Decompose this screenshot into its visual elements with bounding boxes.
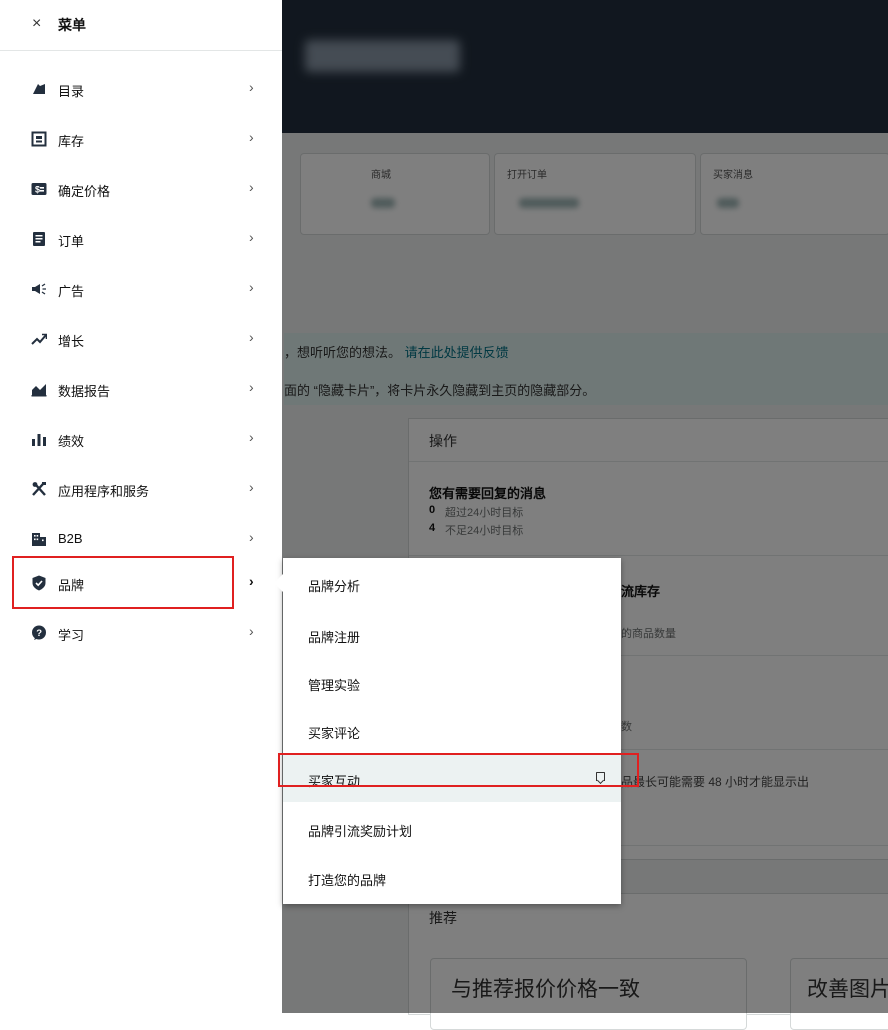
- side-menu: × 菜单 目录 › 库存 › $ 确定价格 › 订单 › 广告 › 增长 › 数…: [0, 0, 282, 1013]
- chevron-right-icon: ›: [249, 79, 254, 95]
- submenu-item-build-your-brand[interactable]: 打造您的品牌: [283, 854, 621, 901]
- menu-item-label: 确定价格: [58, 184, 111, 199]
- chevron-right-icon: ›: [249, 429, 254, 445]
- menu-item-label: 增长: [58, 334, 85, 349]
- question-icon: ?: [31, 625, 47, 641]
- menu-item-label: 应用程序和服务: [58, 484, 150, 499]
- submenu-item-label: 品牌注册: [308, 630, 361, 645]
- menu-item-orders[interactable]: 订单 ›: [0, 214, 282, 264]
- chevron-right-icon: ›: [249, 623, 254, 639]
- building-icon: [31, 531, 47, 547]
- menu-item-pricing[interactable]: $ 确定价格 ›: [0, 164, 282, 214]
- chevron-right-icon: ›: [249, 379, 254, 395]
- catalog-icon: [31, 81, 47, 97]
- chevron-right-icon: ›: [249, 479, 254, 495]
- menu-item-label: 订单: [58, 234, 85, 249]
- submenu-item-brand-registry[interactable]: 品牌注册: [283, 611, 621, 658]
- svg-text:?: ?: [36, 628, 42, 639]
- menu-item-label: 绩效: [58, 434, 85, 449]
- chevron-right-icon: ›: [249, 279, 254, 295]
- submenu-item-brand-referral-bonus[interactable]: 品牌引流奖励计划: [283, 805, 621, 852]
- brand-submenu: 品牌分析 品牌注册 管理实验 买家评论 买家互动 品牌引流奖励计划 打造您的品牌: [274, 558, 621, 904]
- megaphone-icon: [31, 281, 47, 297]
- submenu-item-label: 打造您的品牌: [308, 873, 387, 888]
- growth-icon: [31, 331, 47, 347]
- shield-icon: [31, 575, 47, 591]
- submenu-caret: [274, 574, 283, 592]
- menu-header: × 菜单: [0, 0, 282, 51]
- chevron-right-icon: ›: [249, 329, 254, 345]
- svg-text:$: $: [35, 185, 40, 195]
- menu-item-label: 品牌: [58, 578, 85, 593]
- chevron-right-icon: ›: [249, 529, 254, 545]
- chevron-right-icon: ›: [249, 129, 254, 145]
- menu-item-label: 库存: [58, 134, 85, 149]
- menu-item-brand[interactable]: 品牌 ›: [0, 558, 282, 608]
- menu-item-label: B2B: [58, 531, 83, 546]
- submenu-item-label: 品牌引流奖励计划: [308, 824, 413, 839]
- menu-item-label: 广告: [58, 284, 85, 299]
- menu-item-catalog[interactable]: 目录 ›: [0, 64, 282, 114]
- menu-item-inventory[interactable]: 库存 ›: [0, 114, 282, 164]
- menu-item-apps-services[interactable]: 应用程序和服务 ›: [0, 464, 282, 514]
- chevron-right-icon: ›: [249, 573, 254, 589]
- menu-item-label: 目录: [58, 84, 85, 99]
- report-icon: [31, 381, 47, 397]
- tools-icon: [31, 481, 47, 497]
- bookmark-icon[interactable]: [596, 772, 605, 781]
- chevron-right-icon: ›: [249, 179, 254, 195]
- bar-chart-icon: [31, 431, 47, 447]
- submenu-item-label: 管理实验: [308, 678, 361, 693]
- submenu-item-brand-analytics[interactable]: 品牌分析: [283, 560, 621, 607]
- pricing-icon: $: [31, 181, 47, 197]
- inventory-icon: [31, 131, 47, 147]
- submenu-item-label: 品牌分析: [308, 579, 361, 594]
- submenu-item-customer-engagement[interactable]: 买家互动: [283, 755, 621, 802]
- orders-icon: [31, 231, 47, 247]
- submenu-item-manage-experiments[interactable]: 管理实验: [283, 659, 621, 706]
- close-icon[interactable]: ×: [32, 14, 41, 34]
- menu-title: 菜单: [58, 17, 86, 33]
- chevron-right-icon: ›: [249, 229, 254, 245]
- menu-item-learn[interactable]: ? 学习 ›: [0, 608, 282, 658]
- submenu-item-customer-reviews[interactable]: 买家评论: [283, 707, 621, 754]
- menu-item-performance[interactable]: 绩效 ›: [0, 414, 282, 464]
- submenu-item-label: 买家互动: [308, 774, 361, 789]
- menu-item-advertising[interactable]: 广告 ›: [0, 264, 282, 314]
- menu-item-reports[interactable]: 数据报告 ›: [0, 364, 282, 414]
- menu-item-growth[interactable]: 增长 ›: [0, 314, 282, 364]
- menu-item-b2b[interactable]: B2B ›: [0, 514, 282, 564]
- menu-item-label: 数据报告: [58, 384, 111, 399]
- menu-item-label: 学习: [58, 628, 85, 643]
- submenu-item-label: 买家评论: [308, 726, 361, 741]
